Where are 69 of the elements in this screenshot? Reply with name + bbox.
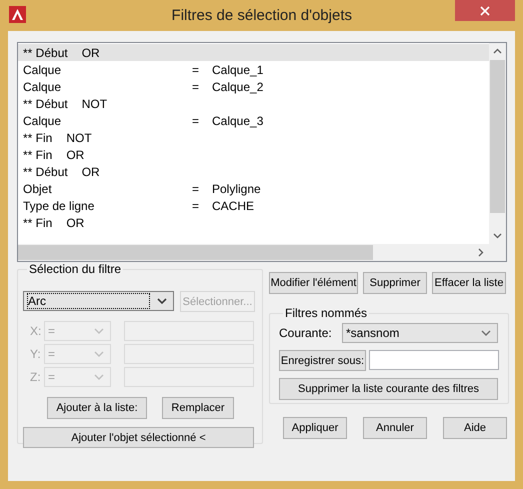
row-property: Objet xyxy=(23,182,53,196)
row-marker: ** Fin xyxy=(23,130,52,144)
row-property: Type de ligne xyxy=(23,198,96,212)
row-operator: = xyxy=(191,198,200,212)
delete-button[interactable]: Supprimer xyxy=(363,272,427,294)
row-operator: OR xyxy=(66,148,84,162)
group-title: Sélection du filtre xyxy=(28,262,122,276)
list-row[interactable]: Calque = Calque_3 xyxy=(18,112,489,129)
save-as-button[interactable]: Enregistrer sous: xyxy=(279,350,366,371)
close-button[interactable] xyxy=(455,0,515,21)
list-row[interactable]: ** Début OR xyxy=(18,44,489,61)
row-value: Calque_2 xyxy=(212,80,264,94)
current-dropdown[interactable]: *sansnom xyxy=(342,323,498,343)
list-row[interactable]: Objet = Polyligne xyxy=(18,180,489,197)
chevron-icon xyxy=(93,327,105,335)
edit-item-button[interactable]: Modifier l'élément xyxy=(269,272,358,294)
coordinate-label: Z: xyxy=(29,370,42,384)
row-marker: ** Fin xyxy=(23,148,52,162)
row-property: Calque xyxy=(23,80,62,94)
list-row[interactable]: ** Début NOT xyxy=(18,95,489,112)
list-row[interactable]: Calque = Calque_2 xyxy=(18,78,489,95)
row-operator: NOT xyxy=(66,130,92,144)
chevron-icon xyxy=(480,329,492,337)
replace-button[interactable]: Remplacer xyxy=(162,397,234,419)
row-value: CACHE xyxy=(212,198,254,212)
group-title: Filtres nommés xyxy=(284,306,368,320)
list-row[interactable]: ** Fin OR xyxy=(18,214,489,231)
current-label: Courante: xyxy=(279,326,333,340)
row-operator: NOT xyxy=(82,96,108,110)
row-value: Calque_3 xyxy=(212,114,264,128)
row-marker: ** Début xyxy=(23,164,68,178)
list-row[interactable]: Type de ligne = CACHE xyxy=(18,197,489,214)
row-value: Polyligne xyxy=(212,182,261,196)
type-dropdown[interactable]: Arc xyxy=(23,291,174,311)
cancel-button[interactable]: Annuler xyxy=(363,417,427,439)
coordinate-label: Y: xyxy=(29,347,42,361)
chevron-icon xyxy=(156,297,168,305)
app-logo-icon xyxy=(9,6,26,23)
delete-list-button[interactable]: Supprimer la liste courante des filtres xyxy=(279,378,498,400)
add-to-list-button[interactable]: Ajouter à la liste: xyxy=(47,397,147,419)
apply-button[interactable]: Appliquer xyxy=(283,417,347,439)
vertical-scrollbar[interactable] xyxy=(489,43,506,244)
help-button[interactable]: Aide xyxy=(443,417,507,439)
row-operator: OR xyxy=(82,46,100,60)
clear-list-button[interactable]: Effacer la liste xyxy=(432,272,506,294)
list-row[interactable]: ** Fin NOT xyxy=(18,129,489,146)
row-operator: OR xyxy=(82,164,100,178)
list-row[interactable]: ** Fin OR xyxy=(18,146,489,163)
row-operator: = xyxy=(191,62,200,76)
coordinate-label: X: xyxy=(29,324,42,338)
chevron-icon xyxy=(93,373,105,381)
window-title: Filtres de sélection d'objets xyxy=(172,7,352,24)
save-name-field[interactable] xyxy=(369,350,499,370)
row-property: Calque xyxy=(23,114,62,128)
row-marker: ** Fin xyxy=(23,216,52,230)
chevron-icon xyxy=(93,350,105,358)
add-selected-button[interactable]: Ajouter l'objet sélectionné < xyxy=(23,427,254,448)
horizontal-scrollbar[interactable] xyxy=(18,244,489,261)
row-marker: ** Début xyxy=(23,96,68,110)
row-operator: = xyxy=(191,80,200,94)
list-row[interactable]: Calque = Calque_1 xyxy=(18,61,489,78)
row-property: Calque xyxy=(23,62,62,76)
row-operator: OR xyxy=(66,216,84,230)
close-icon xyxy=(480,6,490,16)
row-operator: = xyxy=(191,114,200,128)
list-row[interactable]: ** Début OR xyxy=(18,163,489,180)
row-operator: = xyxy=(191,182,200,196)
row-marker: ** Début xyxy=(23,46,68,60)
row-value: Calque_1 xyxy=(212,62,264,76)
